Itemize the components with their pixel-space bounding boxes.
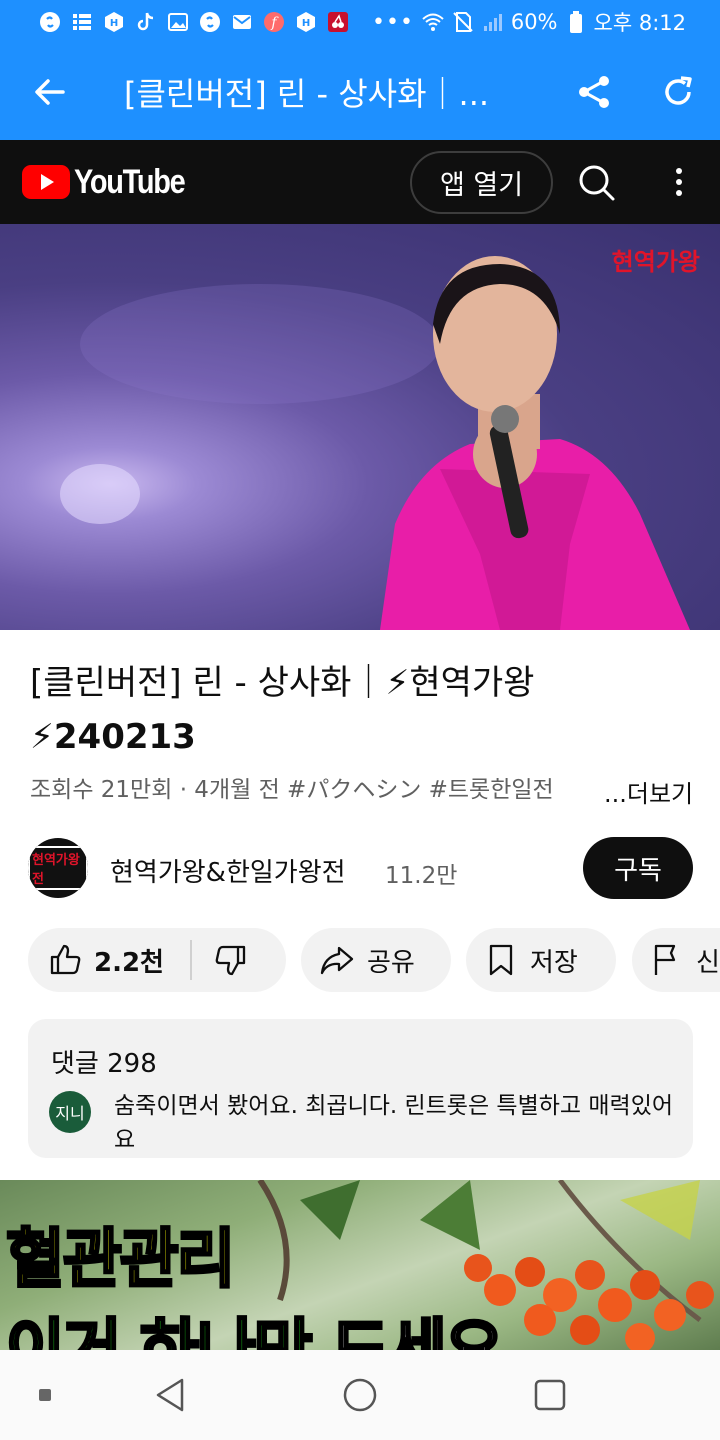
like-count: 2.2천 bbox=[94, 947, 164, 978]
share-label: 공유 bbox=[367, 947, 415, 978]
square-recents-icon bbox=[534, 1379, 566, 1411]
show-more-link[interactable]: ...더보기 bbox=[604, 774, 693, 809]
nav-recents-button[interactable] bbox=[520, 1350, 580, 1440]
video-player[interactable]: 현역가왕 bbox=[0, 224, 720, 630]
refresh-icon bbox=[665, 76, 692, 105]
tiktok-icon bbox=[134, 10, 158, 34]
signal-icon bbox=[481, 10, 505, 34]
svg-text:H: H bbox=[302, 18, 310, 29]
open-app-button[interactable]: 앱 열기 bbox=[410, 151, 553, 214]
ad-subheadline-part2: 드세요 bbox=[310, 1312, 505, 1351]
thumbs-up-icon bbox=[50, 944, 81, 975]
like-button[interactable]: 2.2천 bbox=[28, 942, 164, 979]
hexagon-h-icon-2: H bbox=[294, 10, 318, 34]
refresh-button[interactable] bbox=[636, 44, 720, 140]
shazam-icon bbox=[38, 10, 62, 34]
app-bar: [클린버전] 린 - 상사화｜... bbox=[0, 44, 720, 140]
nav-home-button[interactable] bbox=[330, 1350, 390, 1440]
save-label: 저장 bbox=[530, 947, 578, 978]
ad-headline: 혈관관리 bbox=[5, 1222, 238, 1299]
battery-icon bbox=[564, 10, 588, 34]
comments-header: 댓글 298 bbox=[51, 1049, 157, 1079]
ad-subheadline: 이거 하나만 드세요 bbox=[5, 1298, 506, 1351]
no-sim-icon bbox=[451, 10, 475, 34]
report-pill-button[interactable]: 신 bbox=[632, 928, 720, 992]
video-title-line2: ⚡240213 bbox=[30, 717, 196, 757]
subscribe-button[interactable]: 구독 bbox=[583, 837, 693, 899]
image-icon bbox=[166, 10, 190, 34]
save-pill-button[interactable]: 저장 bbox=[466, 928, 616, 992]
f-app-icon: f bbox=[262, 10, 286, 34]
search-icon bbox=[579, 165, 615, 201]
more-options-button[interactable] bbox=[664, 160, 694, 204]
comments-preview[interactable]: 댓글 298 지니 숨죽이면서 봤어요. 최곱니다. 린트롯은 특별하고 매력있… bbox=[28, 1019, 693, 1158]
video-meta: 조회수 21만회 · 4개월 전 #パクヘシン #트롯한일전 bbox=[30, 770, 590, 804]
more-notifications-icon: ••• bbox=[372, 9, 414, 35]
video-title-line1: [클린버전] 린 - 상사화｜⚡현역가왕 bbox=[30, 663, 535, 703]
dislike-button[interactable] bbox=[192, 943, 248, 977]
commenter-avatar: 지니 bbox=[49, 1091, 91, 1133]
system-nav-bar bbox=[0, 1350, 720, 1440]
shazam-icon-2 bbox=[198, 10, 222, 34]
channel-avatar-logo: 현역가왕전 bbox=[28, 846, 88, 890]
arrow-left-icon bbox=[35, 79, 65, 105]
square-dot-icon bbox=[39, 1389, 51, 1401]
youtube-play-icon bbox=[22, 165, 70, 199]
back-button[interactable] bbox=[0, 44, 100, 140]
report-label: 신 bbox=[696, 947, 720, 978]
channel-name[interactable]: 현역가왕&한일가왕전 bbox=[110, 852, 346, 889]
youtube-logo[interactable]: YouTube bbox=[22, 163, 204, 202]
search-button[interactable] bbox=[574, 160, 618, 204]
ad-banner[interactable]: 혈관관리 이거 하나만 드세요 bbox=[0, 1180, 720, 1350]
share-pill-button[interactable]: 공유 bbox=[301, 928, 451, 992]
cherry-app-icon bbox=[326, 10, 350, 34]
subscriber-count: 11.2만 bbox=[385, 863, 458, 889]
thumbs-down-icon bbox=[215, 945, 246, 976]
wifi-icon bbox=[421, 10, 445, 34]
share-icon bbox=[579, 76, 609, 108]
youtube-wordmark: YouTube bbox=[74, 162, 186, 201]
bookmark-icon bbox=[489, 944, 513, 976]
like-dislike-pill: 2.2천 bbox=[28, 928, 286, 992]
share-button[interactable] bbox=[552, 44, 636, 140]
mail-icon bbox=[230, 10, 254, 34]
system-status: 60% 오후 8:12 bbox=[421, 7, 686, 37]
hexagon-h-icon: H bbox=[102, 10, 126, 34]
list-app-icon bbox=[70, 10, 94, 34]
svg-text:H: H bbox=[110, 18, 118, 29]
status-bar: H f H ••• 60% 오후 8:12 bbox=[0, 0, 720, 44]
nav-back-button[interactable] bbox=[140, 1350, 200, 1440]
video-title: [클린버전] 린 - 상사화｜⚡현역가왕 ⚡240213 bbox=[30, 656, 690, 764]
triangle-back-icon bbox=[156, 1378, 184, 1412]
page-title: [클린버전] 린 - 상사화｜... bbox=[124, 75, 490, 113]
battery-percent: 60% bbox=[510, 10, 558, 34]
share-arrow-icon bbox=[320, 946, 354, 975]
clock: 오후 8:12 bbox=[593, 11, 686, 35]
flag-icon bbox=[654, 944, 676, 975]
channel-avatar[interactable]: 현역가왕전 bbox=[28, 838, 88, 898]
kebab-menu-icon bbox=[676, 168, 682, 196]
nav-dot-button[interactable] bbox=[20, 1350, 70, 1440]
notification-icons: H f H ••• bbox=[38, 10, 414, 35]
ad-subheadline-part1: 이거 하나만 bbox=[5, 1312, 315, 1351]
video-frame bbox=[60, 256, 690, 630]
video-watermark: 현역가왕 bbox=[611, 248, 700, 276]
circle-home-icon bbox=[343, 1378, 377, 1412]
comment-text: 숨죽이면서 봤어요. 최곱니다. 린트롯은 특별하고 매력있어요 bbox=[114, 1093, 674, 1149]
